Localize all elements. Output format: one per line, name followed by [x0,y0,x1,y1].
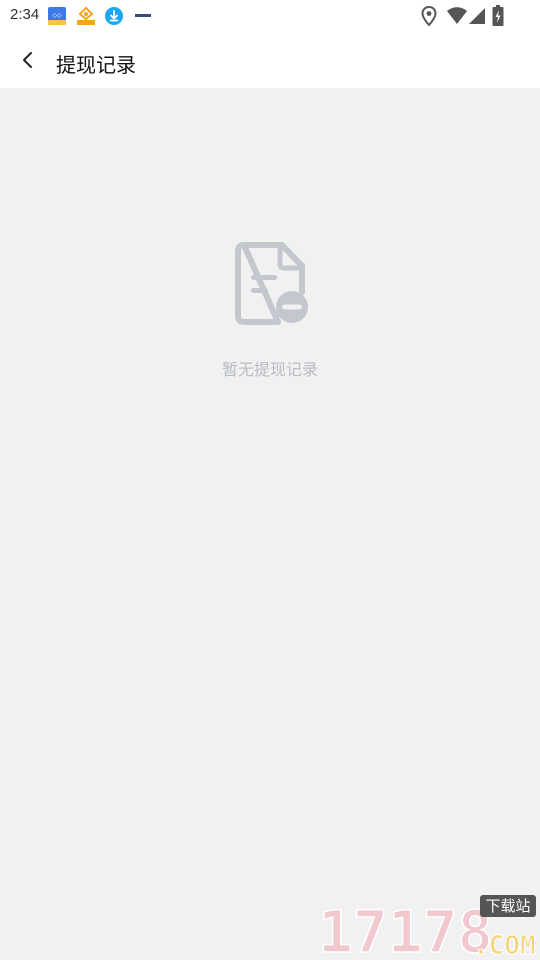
battery-icon [492,5,504,26]
empty-message: 暂无提现记录 [221,360,318,379]
back-button[interactable] [8,40,48,80]
app-icon-blue: ◇◇ [48,7,66,25]
watermark-badge: 下载站 [485,897,530,915]
chevron-left-icon [23,52,32,68]
page-title: 提现记录 [56,53,136,77]
small-logo-icon [135,14,151,17]
wifi-icon [447,7,467,24]
svg-text:◇◇: ◇◇ [52,12,62,19]
app-icon-orange [77,6,95,25]
status-bar: 2:34 ◇◇ [0,0,540,32]
content-area: 暂无提现记录 [0,88,540,960]
location-icon [421,6,437,26]
signal-icon [469,8,485,24]
status-time: 2:34 [10,6,40,23]
watermark-brand: 17178 [318,898,493,960]
document-minus-icon [235,242,308,325]
download-icon [105,7,123,25]
watermark-logo: 17178 下载站 .COM [317,895,536,960]
watermark-domain: .COM [473,931,536,960]
app-bar: 提现记录 [0,32,540,88]
